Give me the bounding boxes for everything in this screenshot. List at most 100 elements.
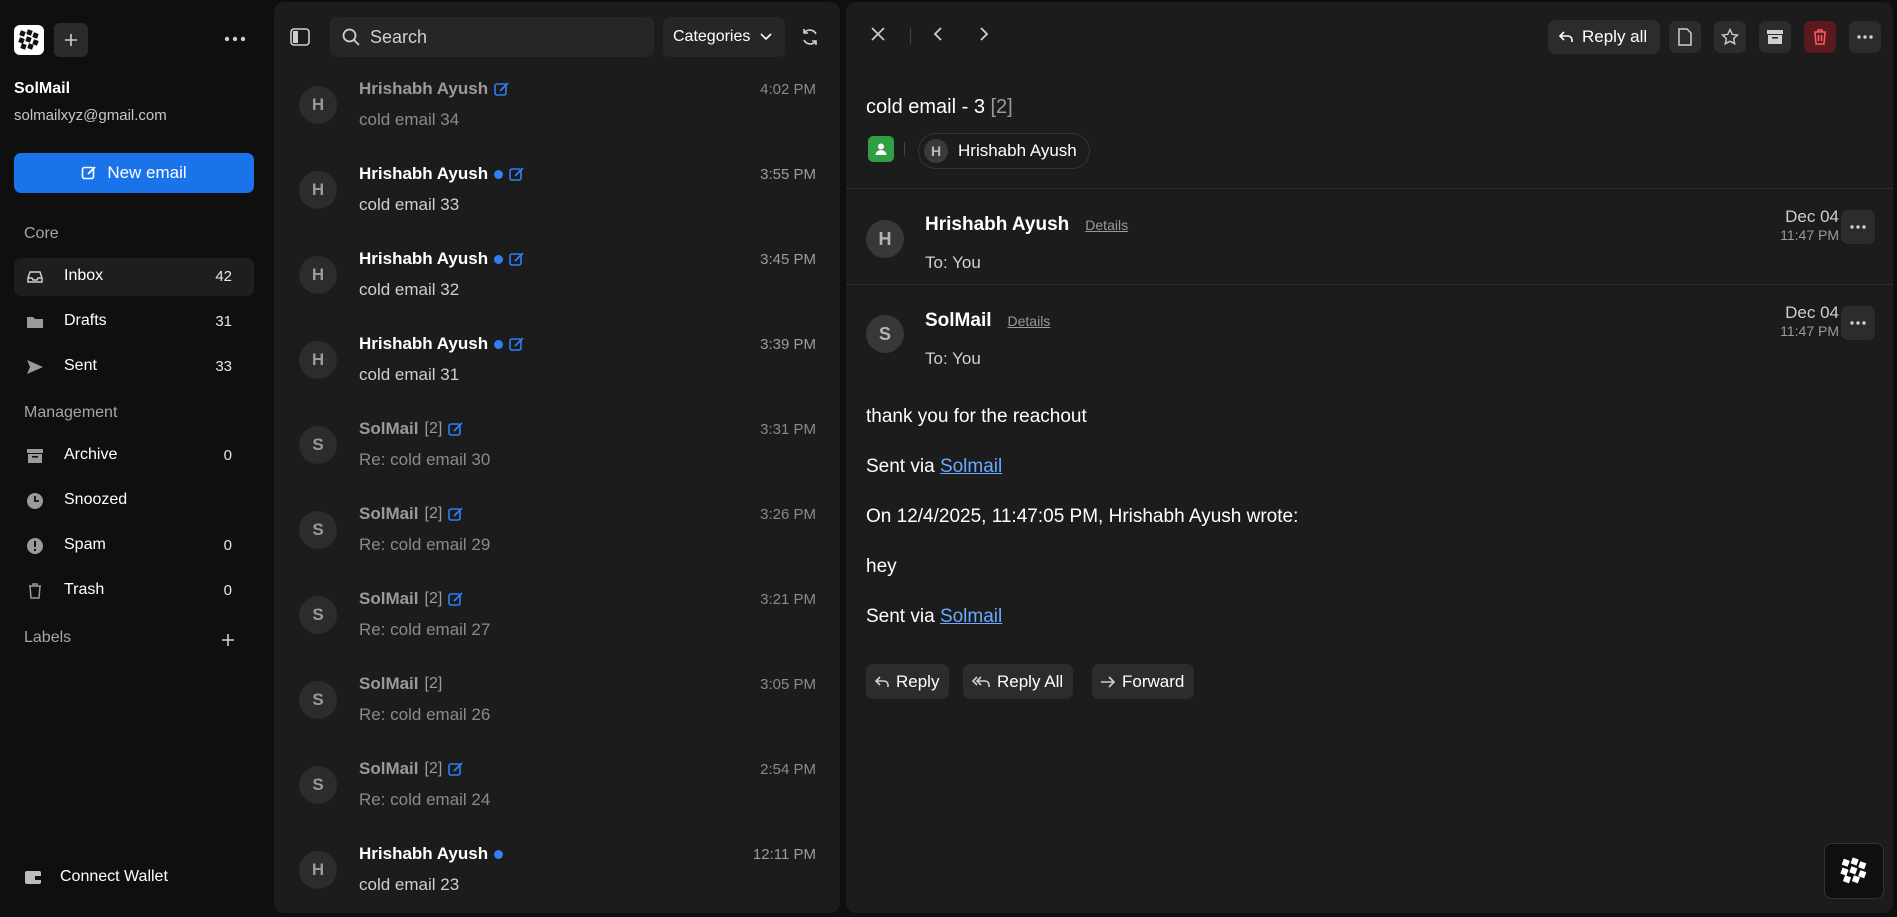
- quote-text: hey: [866, 556, 897, 577]
- reply-all-icon: [971, 675, 990, 687]
- add-account-button[interactable]: [54, 23, 88, 57]
- sender-name: SolMail: [359, 589, 419, 608]
- forward-button[interactable]: Forward: [1092, 664, 1195, 699]
- sidebar-item-snoozed[interactable]: Snoozed: [14, 482, 254, 520]
- message-more-button[interactable]: [1841, 210, 1875, 244]
- draft-edit-icon: [494, 81, 509, 96]
- chevron-left-icon[interactable]: [932, 26, 944, 42]
- chevron-down-icon: [760, 33, 772, 41]
- details-link[interactable]: Details: [1085, 217, 1128, 233]
- solmail-link[interactable]: Solmail: [940, 606, 1002, 627]
- assistant-button[interactable]: [1824, 843, 1884, 899]
- arrow-right-icon: [1101, 675, 1116, 688]
- categories-label: Categories: [673, 28, 751, 45]
- alert-icon: [27, 538, 43, 554]
- mail-row[interactable]: S SolMail [2] Re: cold email 30 3:31 PM: [274, 404, 840, 489]
- contact-badge[interactable]: [868, 136, 894, 162]
- quote-header: On 12/4/2025, 11:47:05 PM, Hrishabh Ayus…: [866, 506, 1299, 527]
- sidebar-item-sent[interactable]: Sent 33: [14, 348, 254, 386]
- app-logo[interactable]: [14, 25, 44, 55]
- reply-all-action-button[interactable]: Reply All: [963, 664, 1074, 699]
- avatar: H: [924, 139, 948, 163]
- avatar: S: [299, 766, 337, 804]
- file-icon: [1678, 28, 1692, 46]
- sidebar-item-trash[interactable]: Trash 0: [14, 572, 254, 610]
- mail-row[interactable]: H Hrishabh Ayush cold email 32 3:45 PM: [274, 234, 840, 319]
- sidebar-item-label: Snoozed: [64, 491, 128, 508]
- divider: [846, 284, 1893, 285]
- row-subject: Re: cold email 24: [359, 790, 491, 809]
- avatar: S: [866, 315, 904, 353]
- message-more-button[interactable]: [1841, 306, 1875, 340]
- sidebar-item-spam[interactable]: Spam 0: [14, 527, 254, 565]
- sender-name: SolMail: [359, 674, 419, 693]
- mail-row[interactable]: H Hrishabh Ayush cold email 23 12:11 PM: [274, 829, 840, 913]
- sender-name: Hrishabh Ayush: [359, 334, 489, 353]
- connect-wallet-button[interactable]: Connect Wallet: [24, 868, 168, 886]
- row-sender: Hrishabh Ayush: [359, 334, 524, 354]
- thread-count: [2]: [424, 760, 443, 777]
- toolbar-divider: [910, 28, 911, 44]
- sender-name: SolMail: [359, 504, 419, 523]
- sidebar-item-archive[interactable]: Archive 0: [14, 437, 254, 475]
- reply-all-label: Reply all: [1582, 27, 1648, 46]
- sidebar-item-label: Spam: [64, 536, 106, 553]
- add-label-button[interactable]: [220, 628, 236, 654]
- notes-button[interactable]: [1669, 21, 1701, 53]
- avatar: H: [866, 220, 904, 258]
- refresh-icon[interactable]: [800, 27, 820, 47]
- thread-count: [2]: [424, 590, 443, 607]
- solmail-link[interactable]: Solmail: [940, 456, 1002, 477]
- message-date-time: 11:47 PM: [1780, 227, 1839, 243]
- close-icon[interactable]: [870, 26, 886, 42]
- new-email-button[interactable]: New email: [14, 153, 254, 193]
- row-sender: SolMail [2]: [359, 759, 463, 779]
- search-input[interactable]: [370, 25, 640, 49]
- sidebar-item-label: Archive: [64, 446, 118, 463]
- reply-all-button[interactable]: Reply all: [1548, 20, 1660, 54]
- participant-chip[interactable]: H Hrishabh Ayush: [918, 133, 1090, 169]
- unread-dot: [494, 254, 504, 264]
- mail-row[interactable]: H Hrishabh Ayush cold email 33 3:55 PM: [274, 149, 840, 234]
- message-date-time: 11:47 PM: [1780, 323, 1839, 339]
- search-box: [330, 17, 654, 57]
- mail-row[interactable]: S SolMail [2] Re: cold email 26 3:05 PM: [274, 659, 840, 744]
- sidebar-item-count: 42: [215, 268, 232, 285]
- search-icon: [342, 28, 360, 46]
- draft-edit-icon: [448, 506, 463, 521]
- chevron-right-icon[interactable]: [978, 26, 990, 42]
- sidebar-item-drafts[interactable]: Drafts 31: [14, 303, 254, 341]
- reply-label: Reply: [896, 671, 940, 691]
- details-link[interactable]: Details: [1008, 313, 1051, 329]
- mail-row[interactable]: H Hrishabh Ayush cold email 31 3:39 PM: [274, 319, 840, 404]
- sender-name: Hrishabh Ayush: [359, 249, 489, 268]
- mail-row[interactable]: H Hrishabh Ayush cold email 34 4:02 PM: [274, 64, 840, 149]
- mail-list: Categories H Hrishabh Ayush cold email 3…: [274, 2, 840, 913]
- plus-icon: [65, 34, 77, 46]
- mail-row[interactable]: S SolMail [2] Re: cold email 24 2:54 PM: [274, 744, 840, 829]
- unread-dot: [494, 339, 504, 349]
- reply-button[interactable]: Reply: [866, 664, 950, 699]
- more-horizontal-icon: [1857, 35, 1873, 39]
- row-subject: Re: cold email 30: [359, 450, 491, 469]
- trash-icon: [29, 583, 41, 599]
- sidebar-toggle-icon[interactable]: [290, 28, 310, 46]
- more-actions-button[interactable]: [1849, 21, 1881, 53]
- thread-count: [2]: [424, 420, 443, 437]
- star-button[interactable]: [1714, 21, 1746, 53]
- sender-name: Hrishabh Ayush: [925, 214, 1070, 235]
- message-date-day: Dec 04: [1785, 207, 1839, 226]
- row-sender: SolMail [2]: [359, 419, 463, 439]
- mail-row[interactable]: S SolMail [2] Re: cold email 29 3:26 PM: [274, 489, 840, 574]
- sidebar-item-inbox[interactable]: Inbox 42: [14, 258, 254, 296]
- message-body-line: thank you for the reachout: [866, 406, 1087, 427]
- sidebar-more-button[interactable]: [220, 26, 250, 52]
- mail-row[interactable]: S SolMail [2] Re: cold email 27 3:21 PM: [274, 574, 840, 659]
- row-sender: Hrishabh Ayush: [359, 79, 509, 99]
- row-sender: Hrishabh Ayush: [359, 164, 524, 184]
- delete-button[interactable]: [1804, 21, 1836, 53]
- categories-dropdown[interactable]: Categories: [663, 17, 785, 57]
- row-time: 4:02 PM: [760, 81, 816, 98]
- draft-edit-icon: [509, 336, 524, 351]
- archive-button[interactable]: [1759, 21, 1791, 53]
